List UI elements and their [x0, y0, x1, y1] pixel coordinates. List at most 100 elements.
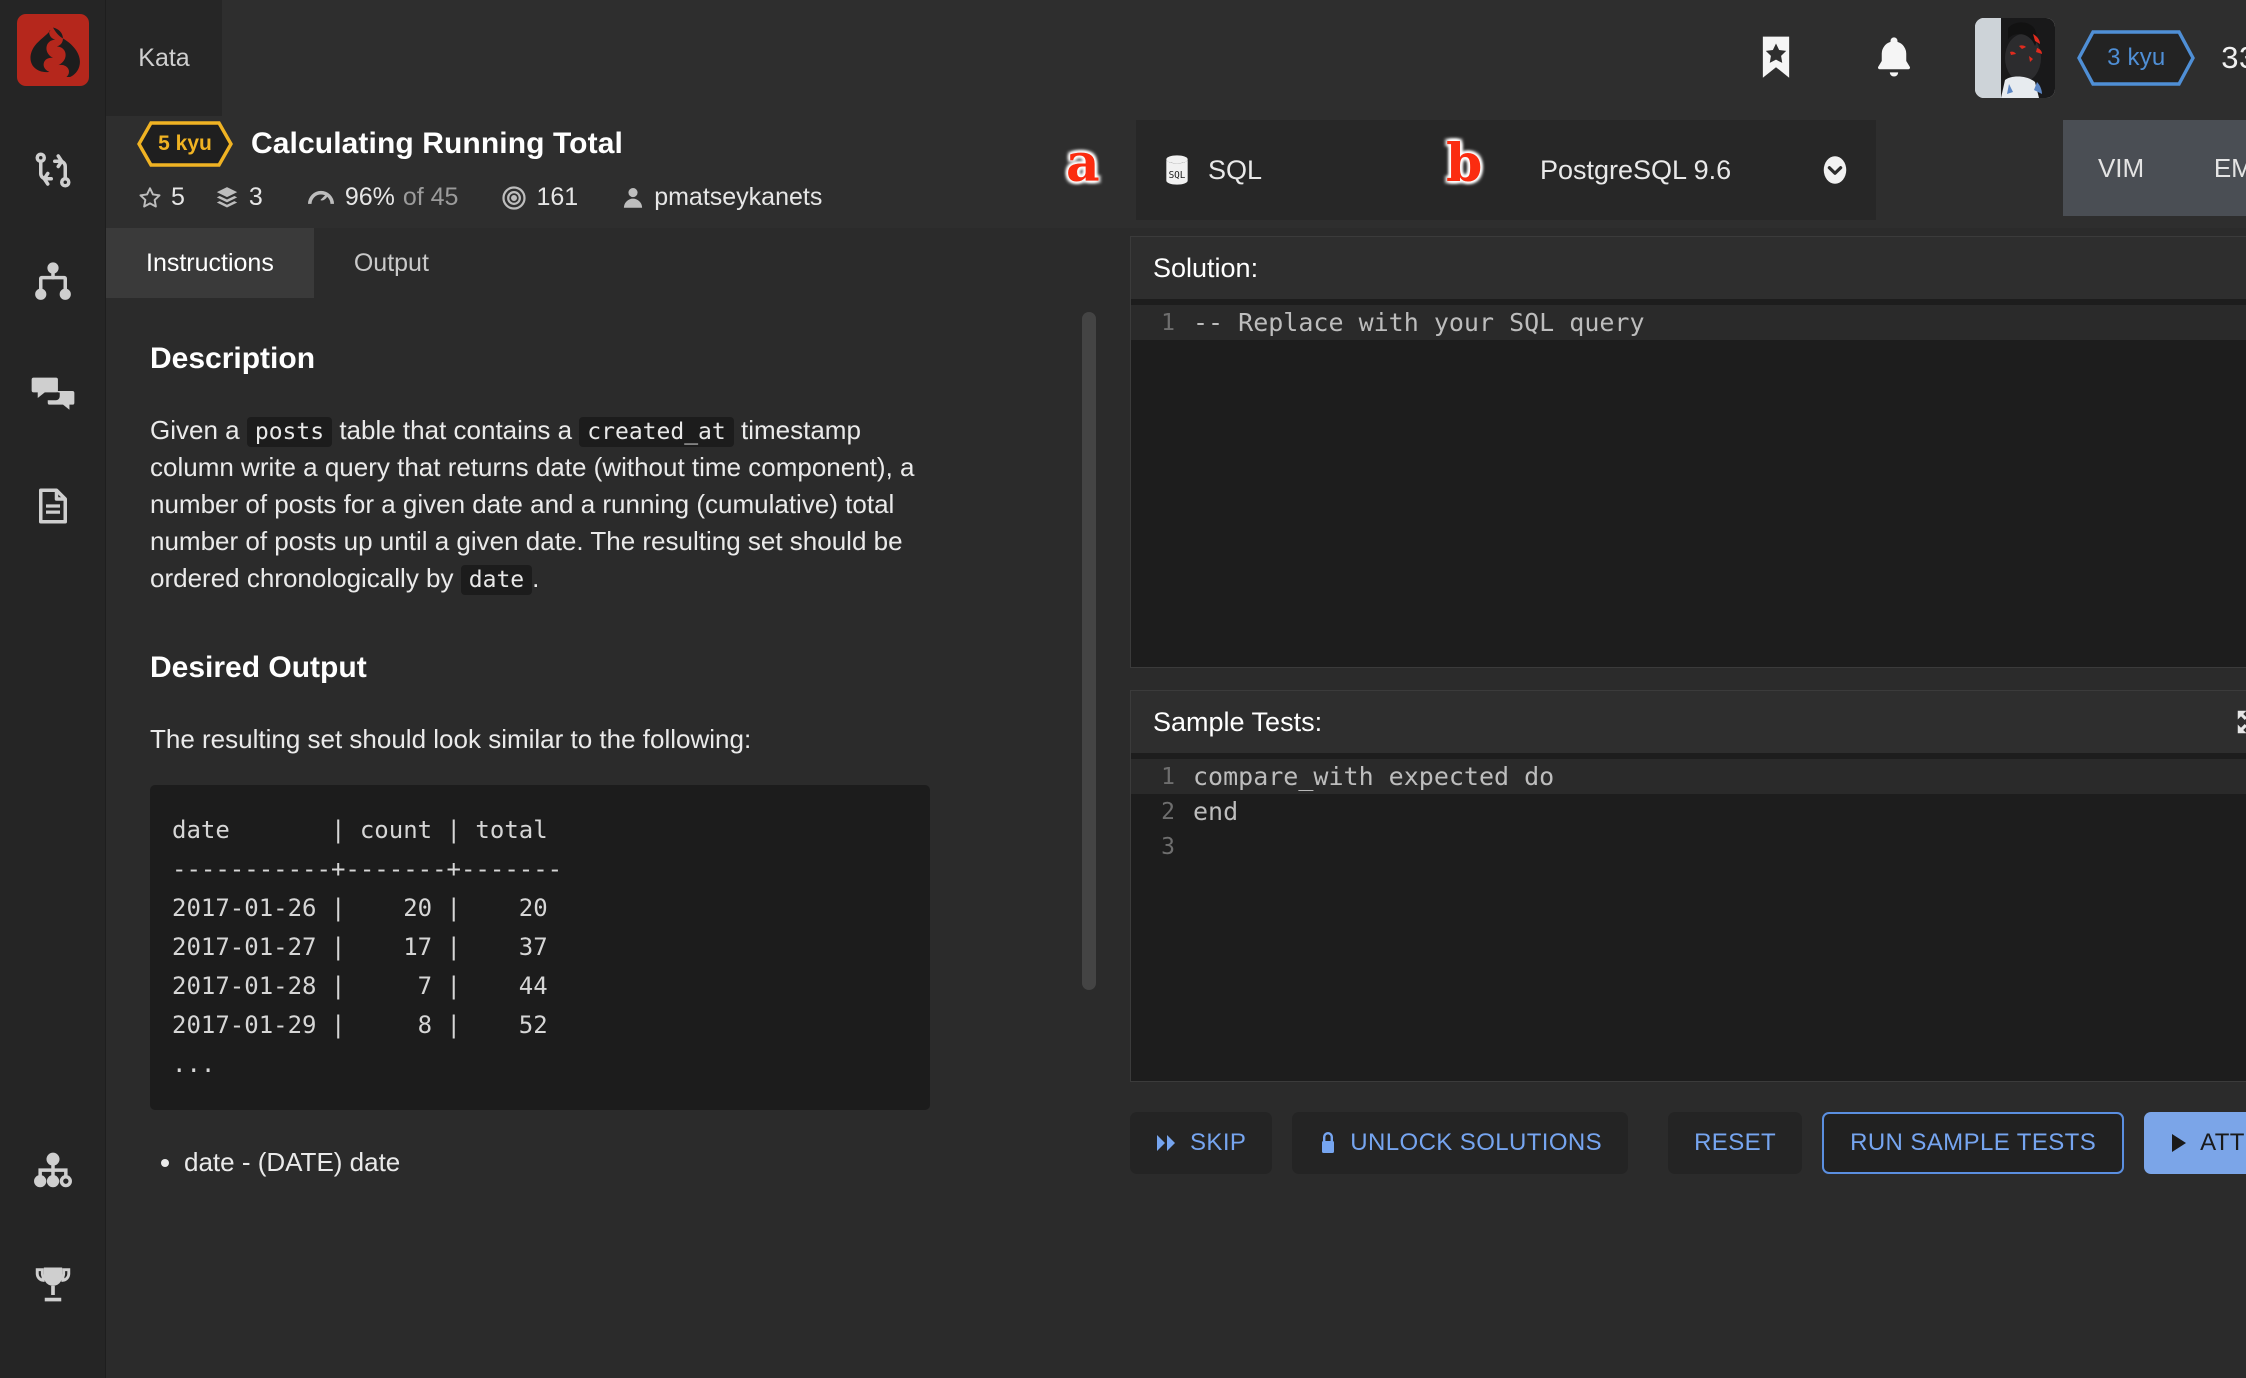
desired-output-paragraph: The resulting set should look similar to…	[150, 723, 752, 754]
sample-tests-panel: Sample Tests: ?	[1130, 690, 2246, 1082]
language-version-select[interactable]: PostgreSQL 9.6	[1514, 120, 1876, 220]
code-chip-posts: posts	[246, 417, 333, 447]
language-selector-group: a b SQL SQL PostgreSQL 9.6	[1066, 120, 1876, 220]
pane-tabs: Instructions Output	[106, 228, 1106, 298]
annotation-marker-a: a	[1066, 133, 1100, 194]
solution-editor[interactable]: 1 -- Replace with your SQL query	[1131, 299, 2246, 667]
sidebar-item-hierarchy[interactable]	[0, 1116, 106, 1228]
left-rail	[0, 0, 106, 1378]
kata-title-bar: 5 kyu Calculating Running Total 5 3 96% …	[106, 116, 2246, 228]
stat-layers-value: 3	[248, 183, 263, 211]
lock-icon	[1318, 1130, 1338, 1156]
run-sample-tests-label: RUN SAMPLE TESTS	[1850, 1129, 2097, 1156]
code-line[interactable]: 1 -- Replace with your SQL query	[1131, 305, 2246, 340]
stat-stars: 5	[137, 183, 185, 212]
stat-completed: 161	[500, 183, 578, 212]
reset-button[interactable]: RESET	[1668, 1112, 1803, 1174]
user-rank-label: 3 kyu	[2107, 44, 2166, 71]
honor-points: 33,846	[2221, 40, 2246, 75]
description-heading: Description	[150, 342, 316, 375]
chevron-down-icon[interactable]	[1820, 155, 1850, 185]
solution-panel: Solution: 1 -- Replace with your SQL que…	[1130, 236, 2246, 668]
kata-tab[interactable]: Kata	[106, 0, 222, 116]
sidebar-item-fork[interactable]	[0, 226, 106, 338]
sidebar-item-trophy[interactable]	[0, 1228, 106, 1340]
code-line[interactable]: 1 compare_with expected do	[1131, 759, 2246, 794]
kata-rank-badge[interactable]: 5 kyu	[137, 121, 233, 167]
output-field-list: date - (DATE) date	[184, 1144, 1046, 1182]
user-icon	[620, 185, 646, 211]
sample-output-code-block: date | count | total -----------+-------…	[150, 785, 930, 1110]
content-body: Instructions Output Description Given a …	[106, 228, 2246, 1378]
sql-database-icon: SQL	[1162, 154, 1192, 186]
instructions-scrollbar[interactable]	[1082, 312, 1096, 990]
code-line[interactable]: 3	[1131, 829, 2246, 864]
stat-stars-value: 5	[171, 183, 185, 211]
bookmark-star-icon	[1756, 35, 1796, 81]
run-sample-tests-button[interactable]: RUN SAMPLE TESTS	[1822, 1112, 2125, 1174]
codewars-logo[interactable]	[16, 14, 89, 86]
compare-icon	[32, 149, 74, 191]
avatar[interactable]	[1975, 18, 2056, 98]
target-icon	[500, 184, 528, 212]
tab-output-label: Output	[353, 248, 429, 277]
line-number: 2	[1161, 798, 1175, 825]
tab-instructions[interactable]: Instructions	[106, 228, 314, 298]
desc-text-2: table that contains a	[339, 415, 573, 445]
line-number: 1	[1161, 763, 1175, 790]
sidebar-item-compare[interactable]	[0, 114, 106, 226]
line-text: compare_with expected do	[1193, 762, 1555, 791]
solution-panel-header: Solution:	[1131, 237, 2246, 299]
play-icon	[2170, 1133, 2188, 1153]
kata-title-block: 5 kyu Calculating Running Total 5 3 96% …	[106, 116, 842, 228]
code-line[interactable]: 2 end	[1131, 794, 2246, 829]
unlock-solutions-label: UNLOCK SOLUTIONS	[1350, 1129, 1603, 1156]
language-version-label: PostgreSQL 9.6	[1540, 154, 1732, 185]
unlock-solutions-button[interactable]: UNLOCK SOLUTIONS	[1292, 1112, 1629, 1174]
sample-tests-panel-header: Sample Tests: ?	[1131, 691, 2246, 753]
instructions-pane: Instructions Output Description Given a …	[106, 228, 1106, 1378]
skip-button[interactable]: SKIP	[1130, 1112, 1273, 1174]
editor-pane: Solution: 1 -- Replace with your SQL que…	[1106, 228, 2246, 1378]
annotation-marker-b: b	[1446, 133, 1483, 194]
bookmark-button[interactable]	[1717, 35, 1835, 81]
sample-tests-panel-tools: ?	[2234, 707, 2246, 737]
svg-text:SQL: SQL	[1169, 170, 1186, 181]
language-label: SQL	[1208, 154, 1263, 185]
editor-keybinding-toggle: VIM EMACS	[2063, 120, 2246, 216]
instructions-content: Description Given a posts table that con…	[106, 298, 1106, 1378]
gauge-icon	[305, 185, 337, 211]
notifications-button[interactable]	[1835, 34, 1953, 82]
vim-mode-button[interactable]: VIM	[2084, 145, 2158, 192]
discussion-icon	[30, 371, 76, 417]
sidebar-item-docs[interactable]	[0, 450, 106, 562]
layers-icon	[213, 185, 241, 211]
sidebar-item-discussion[interactable]	[0, 338, 106, 450]
fork-icon	[32, 261, 74, 303]
attempt-button[interactable]: ATTEMPT	[2144, 1112, 2246, 1174]
kata-stats: 5 3 96% of 45 161 pmatseykanets	[137, 183, 842, 212]
desc-text-1: Given a	[150, 415, 240, 445]
skip-label: SKIP	[1190, 1129, 1247, 1156]
trophy-icon	[31, 1262, 75, 1306]
stat-completed-value: 161	[536, 183, 579, 211]
emacs-mode-button[interactable]: EMACS	[2200, 145, 2246, 192]
user-rank-badge[interactable]: 3 kyu	[2077, 30, 2196, 86]
stat-author-name: pmatseykanets	[654, 183, 823, 211]
attempt-label: ATTEMPT	[2200, 1129, 2246, 1156]
tab-output[interactable]: Output	[314, 228, 469, 298]
kata-rank-label: 5 kyu	[158, 132, 212, 155]
fast-forward-icon	[1156, 1134, 1178, 1152]
stat-author[interactable]: pmatseykanets	[620, 183, 822, 212]
top-header: Kata 3 kyu 3	[106, 0, 2246, 116]
description-paragraph: Given a posts table that contains a crea…	[150, 412, 930, 597]
reset-label: RESET	[1694, 1129, 1777, 1156]
sample-tests-editor[interactable]: 1 compare_with expected do 2 end 3	[1131, 753, 2246, 1081]
expand-icon[interactable]	[2234, 707, 2246, 737]
tab-instructions-label: Instructions	[146, 248, 274, 277]
star-icon	[137, 185, 163, 211]
action-bar: SKIP UNLOCK SOLUTIONS RESET RUN SAMPLE T…	[1130, 1082, 2246, 1186]
desired-output-heading: Desired Output	[150, 650, 367, 684]
stat-satisfaction-value: 96%	[344, 183, 395, 211]
code-chip-date: date	[460, 564, 533, 595]
